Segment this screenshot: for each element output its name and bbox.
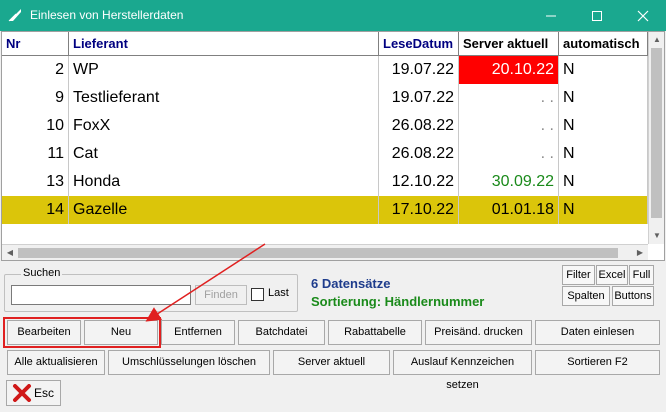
grid-header: Nr Lieferant LeseDatum Server aktuell au… [2,32,648,56]
cell-server-aktuell: . . [459,140,559,168]
sort-status: Sortierung: Händlernummer [311,294,485,309]
cell-lesedatum: 19.07.22 [379,56,459,84]
alle-aktualisieren-button[interactable]: Alle aktualisieren [7,350,105,375]
cell-lieferant: Cat [69,140,379,168]
window-title: Einlesen von Herstellerdaten [30,8,184,22]
horizontal-scroll-thumb[interactable] [18,248,618,258]
table-row[interactable]: 11 Cat 26.08.22. .N [2,140,648,168]
batchdatei-button[interactable]: Batchdatei [238,320,325,345]
vertical-scrollbar[interactable]: ▲ ▼ [648,32,664,244]
column-header-automatisch[interactable]: automatisch [559,32,648,56]
annotation-highlight-box [3,317,161,348]
cell-lesedatum: 17.10.22 [379,196,459,224]
cell-server-aktuell: 20.10.22 [459,56,559,84]
sortieren-button[interactable]: Sortieren F2 [535,350,660,375]
title-bar: Einlesen von Herstellerdaten [0,0,666,31]
full-button[interactable]: Full [629,265,654,285]
last-checkbox[interactable] [251,288,264,301]
cell-server-aktuell: 01.01.18 [459,196,559,224]
entfernen-button[interactable]: Entfernen [161,320,235,345]
cell-server-aktuell: . . [459,112,559,140]
search-input[interactable] [11,285,191,305]
maximize-button[interactable] [574,0,620,31]
cell-server-aktuell: 30.09.22 [459,168,559,196]
cell-nr: 2 [2,56,69,84]
scroll-right-icon[interactable]: ▶ [632,245,648,261]
cell-automatisch: N [559,84,648,112]
table-row[interactable]: 14 Gazelle 17.10.22 01.01.18 N [2,196,648,224]
cell-automatisch: N [559,140,648,168]
table-row[interactable]: 13 Honda 12.10.22 30.09.22 N [2,168,648,196]
horizontal-scrollbar[interactable]: ◀ ▶ [2,244,648,260]
umschluesselungen-loeschen-button[interactable]: Umschlüsselungen löschen [108,350,270,375]
record-count: 6 Datensätze [311,276,391,291]
daten-einlesen-button[interactable]: Daten einlesen [535,320,660,345]
esc-label: Esc [34,386,55,400]
scroll-down-icon[interactable]: ▼ [649,228,665,244]
cell-lesedatum: 26.08.22 [379,140,459,168]
app-logo-icon [8,9,21,22]
cell-automatisch: N [559,168,648,196]
cell-automatisch: N [559,56,648,84]
find-button[interactable]: Finden [195,285,247,305]
table-row[interactable]: 10 FoxX 26.08.22. .N [2,112,648,140]
scroll-left-icon[interactable]: ◀ [2,245,18,261]
cell-nr: 14 [2,196,69,224]
preisaend-drucken-button[interactable]: Preisänd. drucken [425,320,532,345]
cell-nr: 13 [2,168,69,196]
auslauf-kennzeichen-button[interactable]: Auslauf Kennzeichen setzen [393,350,532,391]
cell-lieferant: FoxX [69,112,379,140]
minimize-button[interactable] [528,0,574,31]
cell-nr: 10 [2,112,69,140]
column-header-server-aktuell[interactable]: Server aktuell [459,32,559,56]
cell-lieferant: WP [69,56,379,84]
cell-lieferant: Testlieferant [69,84,379,112]
cell-lieferant: Honda [69,168,379,196]
rabattabelle-button[interactable]: Rabattabelle [328,320,422,345]
maximize-icon [592,10,602,21]
close-button[interactable] [620,0,666,31]
red-x-icon [13,384,31,402]
vertical-scroll-thumb[interactable] [651,48,662,218]
column-header-nr[interactable]: Nr [2,32,69,56]
excel-button[interactable]: Excel [596,265,628,285]
search-group: Suchen Finden Last [4,267,298,312]
cell-lesedatum: 26.08.22 [379,112,459,140]
cell-lieferant: Gazelle [69,196,379,224]
cell-nr: 11 [2,140,69,168]
close-icon [637,10,649,21]
column-header-lieferant[interactable]: Lieferant [69,32,379,56]
search-group-label: Suchen [21,267,63,279]
cell-lesedatum: 12.10.22 [379,168,459,196]
table-row[interactable]: 9 Testlieferant 19.07.22. .N [2,84,648,112]
server-aktuell-button[interactable]: Server aktuell [273,350,390,375]
spalten-button[interactable]: Spalten [562,286,610,306]
column-header-lesedatum[interactable]: LeseDatum [379,32,459,56]
cell-server-aktuell: . . [459,84,559,112]
cell-automatisch: N [559,112,648,140]
last-label: Last [268,287,289,299]
cell-nr: 9 [2,84,69,112]
table-row[interactable]: 2 WP 19.07.22 20.10.22 N [2,56,648,84]
minimize-icon [546,15,556,16]
buttons-button[interactable]: Buttons [612,286,654,306]
esc-button[interactable]: Esc [6,380,61,406]
cell-lesedatum: 19.07.22 [379,84,459,112]
scroll-up-icon[interactable]: ▲ [649,32,665,48]
cell-automatisch: N [559,196,648,224]
supplier-grid[interactable]: Nr Lieferant LeseDatum Server aktuell au… [1,31,665,261]
filter-button[interactable]: Filter [562,265,595,285]
